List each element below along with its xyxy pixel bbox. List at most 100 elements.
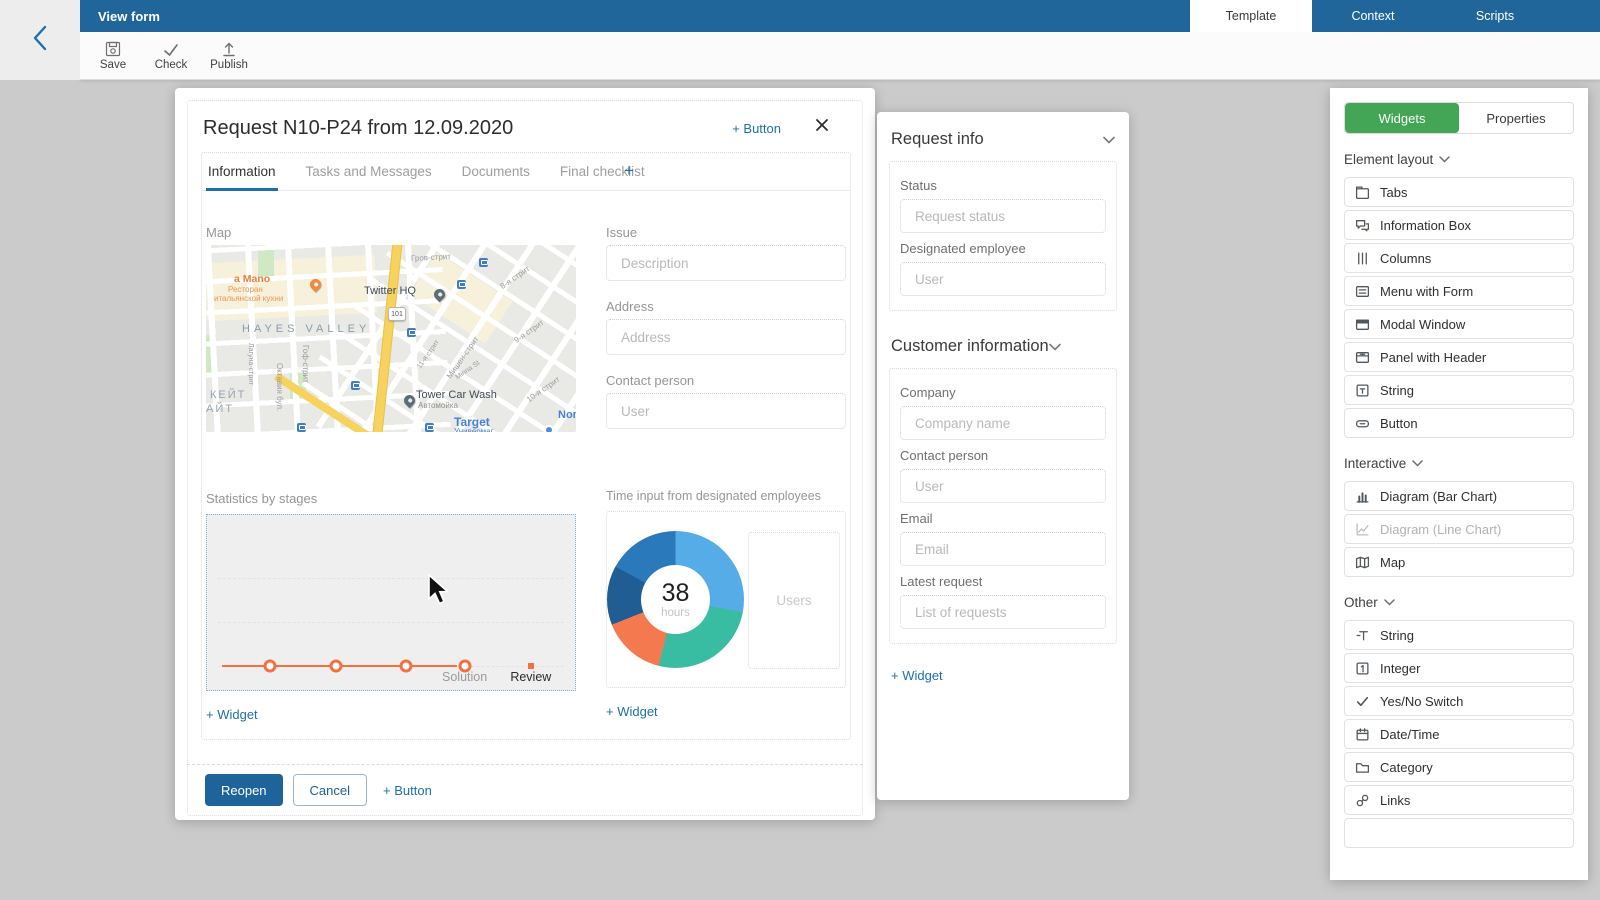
section-header-request-info[interactable]: Request info bbox=[889, 130, 1117, 149]
sidebar-tab[interactable]: Widgets bbox=[1345, 103, 1459, 133]
widget-item[interactable]: String bbox=[1344, 620, 1574, 650]
field-input[interactable]: List of requests bbox=[900, 595, 1106, 629]
bar-chart-icon bbox=[1355, 489, 1372, 504]
toolbar-button[interactable]: Save bbox=[94, 40, 132, 71]
time-chart-label: Time input from designated employees bbox=[606, 489, 846, 503]
info-field: Contact person User bbox=[900, 448, 1106, 503]
info-field: Company Company name bbox=[900, 385, 1106, 440]
donut-value: 38 bbox=[662, 581, 690, 606]
form-tab[interactable]: Tasks and Messages bbox=[304, 164, 434, 190]
topbar: View form Template Context Scripts bbox=[80, 0, 1600, 32]
footer-button[interactable]: Reopen bbox=[205, 774, 283, 806]
line-chart-icon bbox=[1355, 522, 1372, 537]
section-element-layout[interactable]: Element layout bbox=[1344, 152, 1574, 167]
field-input[interactable]: Address bbox=[606, 319, 846, 355]
field-input[interactable]: Company name bbox=[900, 406, 1106, 440]
widget-item[interactable]: Links bbox=[1344, 785, 1574, 815]
widget-item[interactable]: Category bbox=[1344, 752, 1574, 782]
map-restaurant-sub: итальянской кухни bbox=[214, 294, 283, 303]
map-street-label: Гоф-стрит bbox=[301, 345, 310, 383]
back-chevron-icon[interactable] bbox=[31, 23, 49, 58]
stats-stage-label: Review bbox=[510, 670, 551, 684]
widgets-sidebar: Widgets Properties Element layout Tabs I… bbox=[1330, 88, 1588, 880]
map-label: Map bbox=[206, 225, 576, 240]
field-input[interactable]: User bbox=[900, 262, 1106, 296]
columns-icon bbox=[1355, 251, 1372, 266]
info-panel: Request info Status Request status Desig… bbox=[877, 112, 1129, 800]
map-restaurant-label: a Mano bbox=[234, 273, 270, 285]
tabs-icon bbox=[1355, 185, 1372, 200]
widget-item[interactable]: String bbox=[1344, 375, 1574, 405]
add-widget-link[interactable]: + Widget bbox=[206, 707, 258, 722]
topbar-tab[interactable]: Scripts bbox=[1434, 0, 1556, 32]
widget-item[interactable]: Date/Time bbox=[1344, 719, 1574, 749]
map-store-sub: Универмаг bbox=[454, 427, 494, 432]
integer-icon bbox=[1355, 661, 1372, 676]
widget-item[interactable]: Panel with Header bbox=[1344, 342, 1574, 372]
footer-button[interactable]: Cancel bbox=[293, 774, 367, 806]
add-widget-link[interactable]: + Widget bbox=[606, 704, 658, 719]
section-other[interactable]: Other bbox=[1344, 595, 1574, 610]
transit-icon bbox=[351, 381, 360, 390]
widget-item[interactable]: Information Box bbox=[1344, 210, 1574, 240]
transit-icon bbox=[425, 423, 434, 432]
map-carwash-label: Tower Car Wash bbox=[416, 389, 497, 401]
widget-item[interactable]: Menu with Form bbox=[1344, 276, 1574, 306]
text-icon bbox=[1355, 628, 1372, 643]
widget-item[interactable]: Map bbox=[1344, 547, 1574, 577]
time-chart-widget[interactable]: 38 hours Users bbox=[606, 511, 846, 688]
calendar-icon bbox=[1355, 727, 1372, 742]
widget-item[interactable]: Tabs bbox=[1344, 177, 1574, 207]
chevron-down-icon bbox=[1049, 343, 1061, 351]
link-icon bbox=[1355, 793, 1372, 808]
add-tab-button[interactable]: + bbox=[624, 161, 634, 190]
form-field: Issue Description bbox=[606, 225, 846, 281]
map-street-label: КЕЙТ bbox=[210, 389, 246, 401]
field-input[interactable]: Request status bbox=[900, 199, 1106, 233]
tabs-widget: Information Tasks and Messages Documents… bbox=[201, 152, 851, 740]
map-icon bbox=[1355, 555, 1372, 570]
field-input[interactable]: User bbox=[900, 469, 1106, 503]
widget-item[interactable]: Button bbox=[1344, 408, 1574, 438]
close-icon[interactable] bbox=[811, 114, 833, 136]
topbar-tab[interactable]: Context bbox=[1312, 0, 1434, 32]
field-input[interactable]: Description bbox=[606, 245, 846, 281]
add-button-link[interactable]: + Button bbox=[732, 121, 781, 136]
info-field: Email Email bbox=[900, 511, 1106, 566]
topbar-tab[interactable]: Template bbox=[1190, 0, 1312, 32]
widget-item[interactable]: Integer bbox=[1344, 653, 1574, 683]
form-tab[interactable]: Information bbox=[206, 164, 278, 190]
stats-marker bbox=[528, 663, 534, 669]
form-tab[interactable]: Documents bbox=[460, 164, 532, 190]
folder-icon bbox=[1355, 760, 1372, 775]
widget-item[interactable] bbox=[1344, 818, 1574, 848]
stats-chart-widget[interactable]: SolutionReview bbox=[206, 514, 576, 691]
map-restaurant-sub: Ресторан bbox=[228, 285, 263, 294]
widget-item[interactable]: Diagram (Bar Chart) bbox=[1344, 481, 1574, 511]
map-widget[interactable]: 101 HAYES VALLEY a Mano Ресторан итальян… bbox=[206, 245, 576, 432]
field-input[interactable]: Email bbox=[900, 532, 1106, 566]
widget-item[interactable]: Columns bbox=[1344, 243, 1574, 273]
string-icon bbox=[1355, 383, 1372, 398]
element-layout-items: Tabs Information Box Columns Menu with F… bbox=[1344, 177, 1574, 438]
map-dot-icon bbox=[544, 425, 554, 432]
stats-marker bbox=[263, 659, 276, 672]
form-fields: Issue Description Address Address Contac… bbox=[606, 225, 846, 429]
transit-icon bbox=[407, 328, 416, 337]
widget-item[interactable]: Modal Window bbox=[1344, 309, 1574, 339]
toolbar-button[interactable]: Check bbox=[152, 40, 190, 71]
map-neighborhood-label: HAYES VALLEY bbox=[242, 323, 370, 335]
mouse-cursor-icon bbox=[425, 573, 453, 607]
widget-item[interactable]: Diagram (Line Chart) bbox=[1344, 514, 1574, 544]
field-input[interactable]: User bbox=[606, 393, 846, 429]
other-items: String Integer Yes/No Switch Date/Time C… bbox=[1344, 620, 1574, 848]
sidebar-tab[interactable]: Properties bbox=[1459, 103, 1573, 133]
section-header-customer-information[interactable]: Customer information bbox=[889, 337, 1117, 356]
add-widget-link[interactable]: + Widget bbox=[891, 668, 943, 683]
section-interactive[interactable]: Interactive bbox=[1344, 456, 1574, 471]
info-field: Status Request status bbox=[900, 178, 1106, 233]
widget-item[interactable]: Yes/No Switch bbox=[1344, 686, 1574, 716]
add-button-link[interactable]: + Button bbox=[383, 783, 432, 798]
toolbar-button[interactable]: Publish bbox=[210, 40, 248, 71]
topbar-tabs: Template Context Scripts bbox=[1190, 0, 1556, 32]
